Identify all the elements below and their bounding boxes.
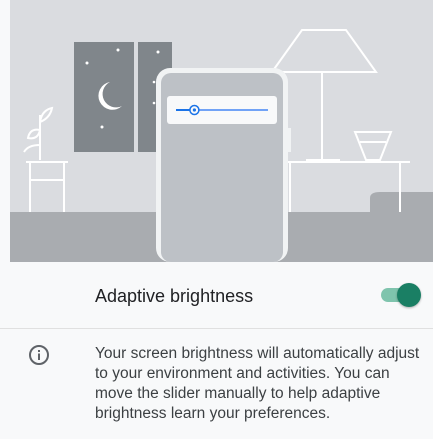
side-table [26,161,68,212]
switch-thumb [397,283,421,307]
room-scene [10,29,433,262]
sofa [370,192,433,212]
phone-button [288,128,291,152]
plant-icon [23,106,54,160]
window-left [74,42,134,152]
adaptive-brightness-screen: Adaptive brightness Your screen brightne… [0,0,433,439]
brightness-slider-thumb [189,104,200,116]
adaptive-brightness-label: Adaptive brightness [95,286,254,306]
brightness-illustration [10,0,433,262]
adaptive-brightness-description: Your screen brightness will automaticall… [95,345,420,422]
adaptive-brightness-row[interactable]: Adaptive brightness [0,262,433,328]
divider [0,328,433,329]
info-icon [29,345,49,365]
desk-lamp-icon [270,29,410,212]
adaptive-brightness-switch[interactable] [377,282,421,308]
